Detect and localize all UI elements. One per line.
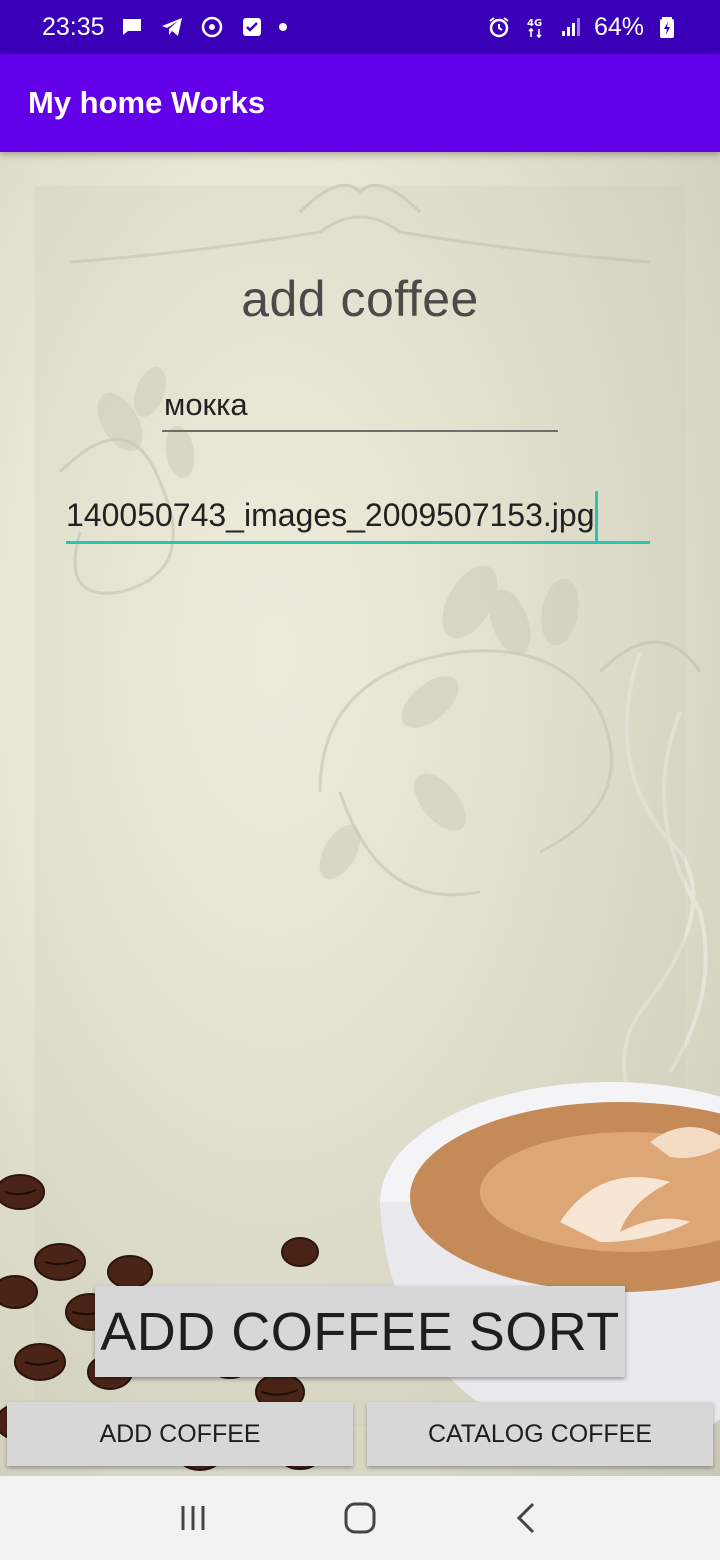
alarm-icon	[486, 14, 512, 40]
message-icon	[119, 14, 145, 40]
recents-icon	[181, 1506, 205, 1530]
image-filename-value: 140050743_images_2009507153.jpg	[66, 497, 595, 533]
home-button[interactable]	[330, 1488, 390, 1548]
content-area: add coffee мокка 140050743_images_200950…	[0, 152, 720, 1476]
signal-icon	[558, 14, 584, 40]
image-filename-field[interactable]: 140050743_images_2009507153.jpg	[66, 490, 650, 544]
app-title: My home Works	[28, 85, 266, 120]
recents-button[interactable]	[163, 1488, 223, 1548]
back-button[interactable]	[497, 1488, 557, 1548]
telegram-icon	[159, 14, 185, 40]
svg-text:4G: 4G	[527, 18, 542, 29]
app-bar: My home Works	[0, 54, 720, 152]
status-time: 23:35	[42, 12, 105, 41]
back-icon	[516, 1502, 534, 1534]
add-coffee-sort-button[interactable]: ADD COFFEE SORT	[95, 1286, 625, 1377]
text-cursor	[595, 490, 599, 541]
add-coffee-button[interactable]: ADD COFFEE	[7, 1402, 353, 1466]
home-icon	[344, 1502, 376, 1534]
status-left: 23:35	[42, 13, 287, 42]
catalog-coffee-button[interactable]: CATALOG COFFEE	[367, 1402, 713, 1466]
status-right: 4G 64%	[486, 13, 680, 42]
coffee-name-field[interactable]: мокка	[162, 380, 558, 432]
dot-icon	[278, 23, 287, 31]
coffee-name-value: мокка	[164, 387, 248, 422]
page-heading: add coffee	[241, 271, 479, 327]
navigation-bar	[0, 1476, 720, 1560]
status-bar: 23:35 4G 64%	[0, 0, 720, 54]
battery-percent: 64%	[593, 12, 644, 41]
battery-icon	[654, 14, 680, 40]
check-box-icon	[239, 14, 265, 40]
4g-data-icon: 4G	[522, 14, 548, 40]
sync-icon	[199, 14, 225, 40]
